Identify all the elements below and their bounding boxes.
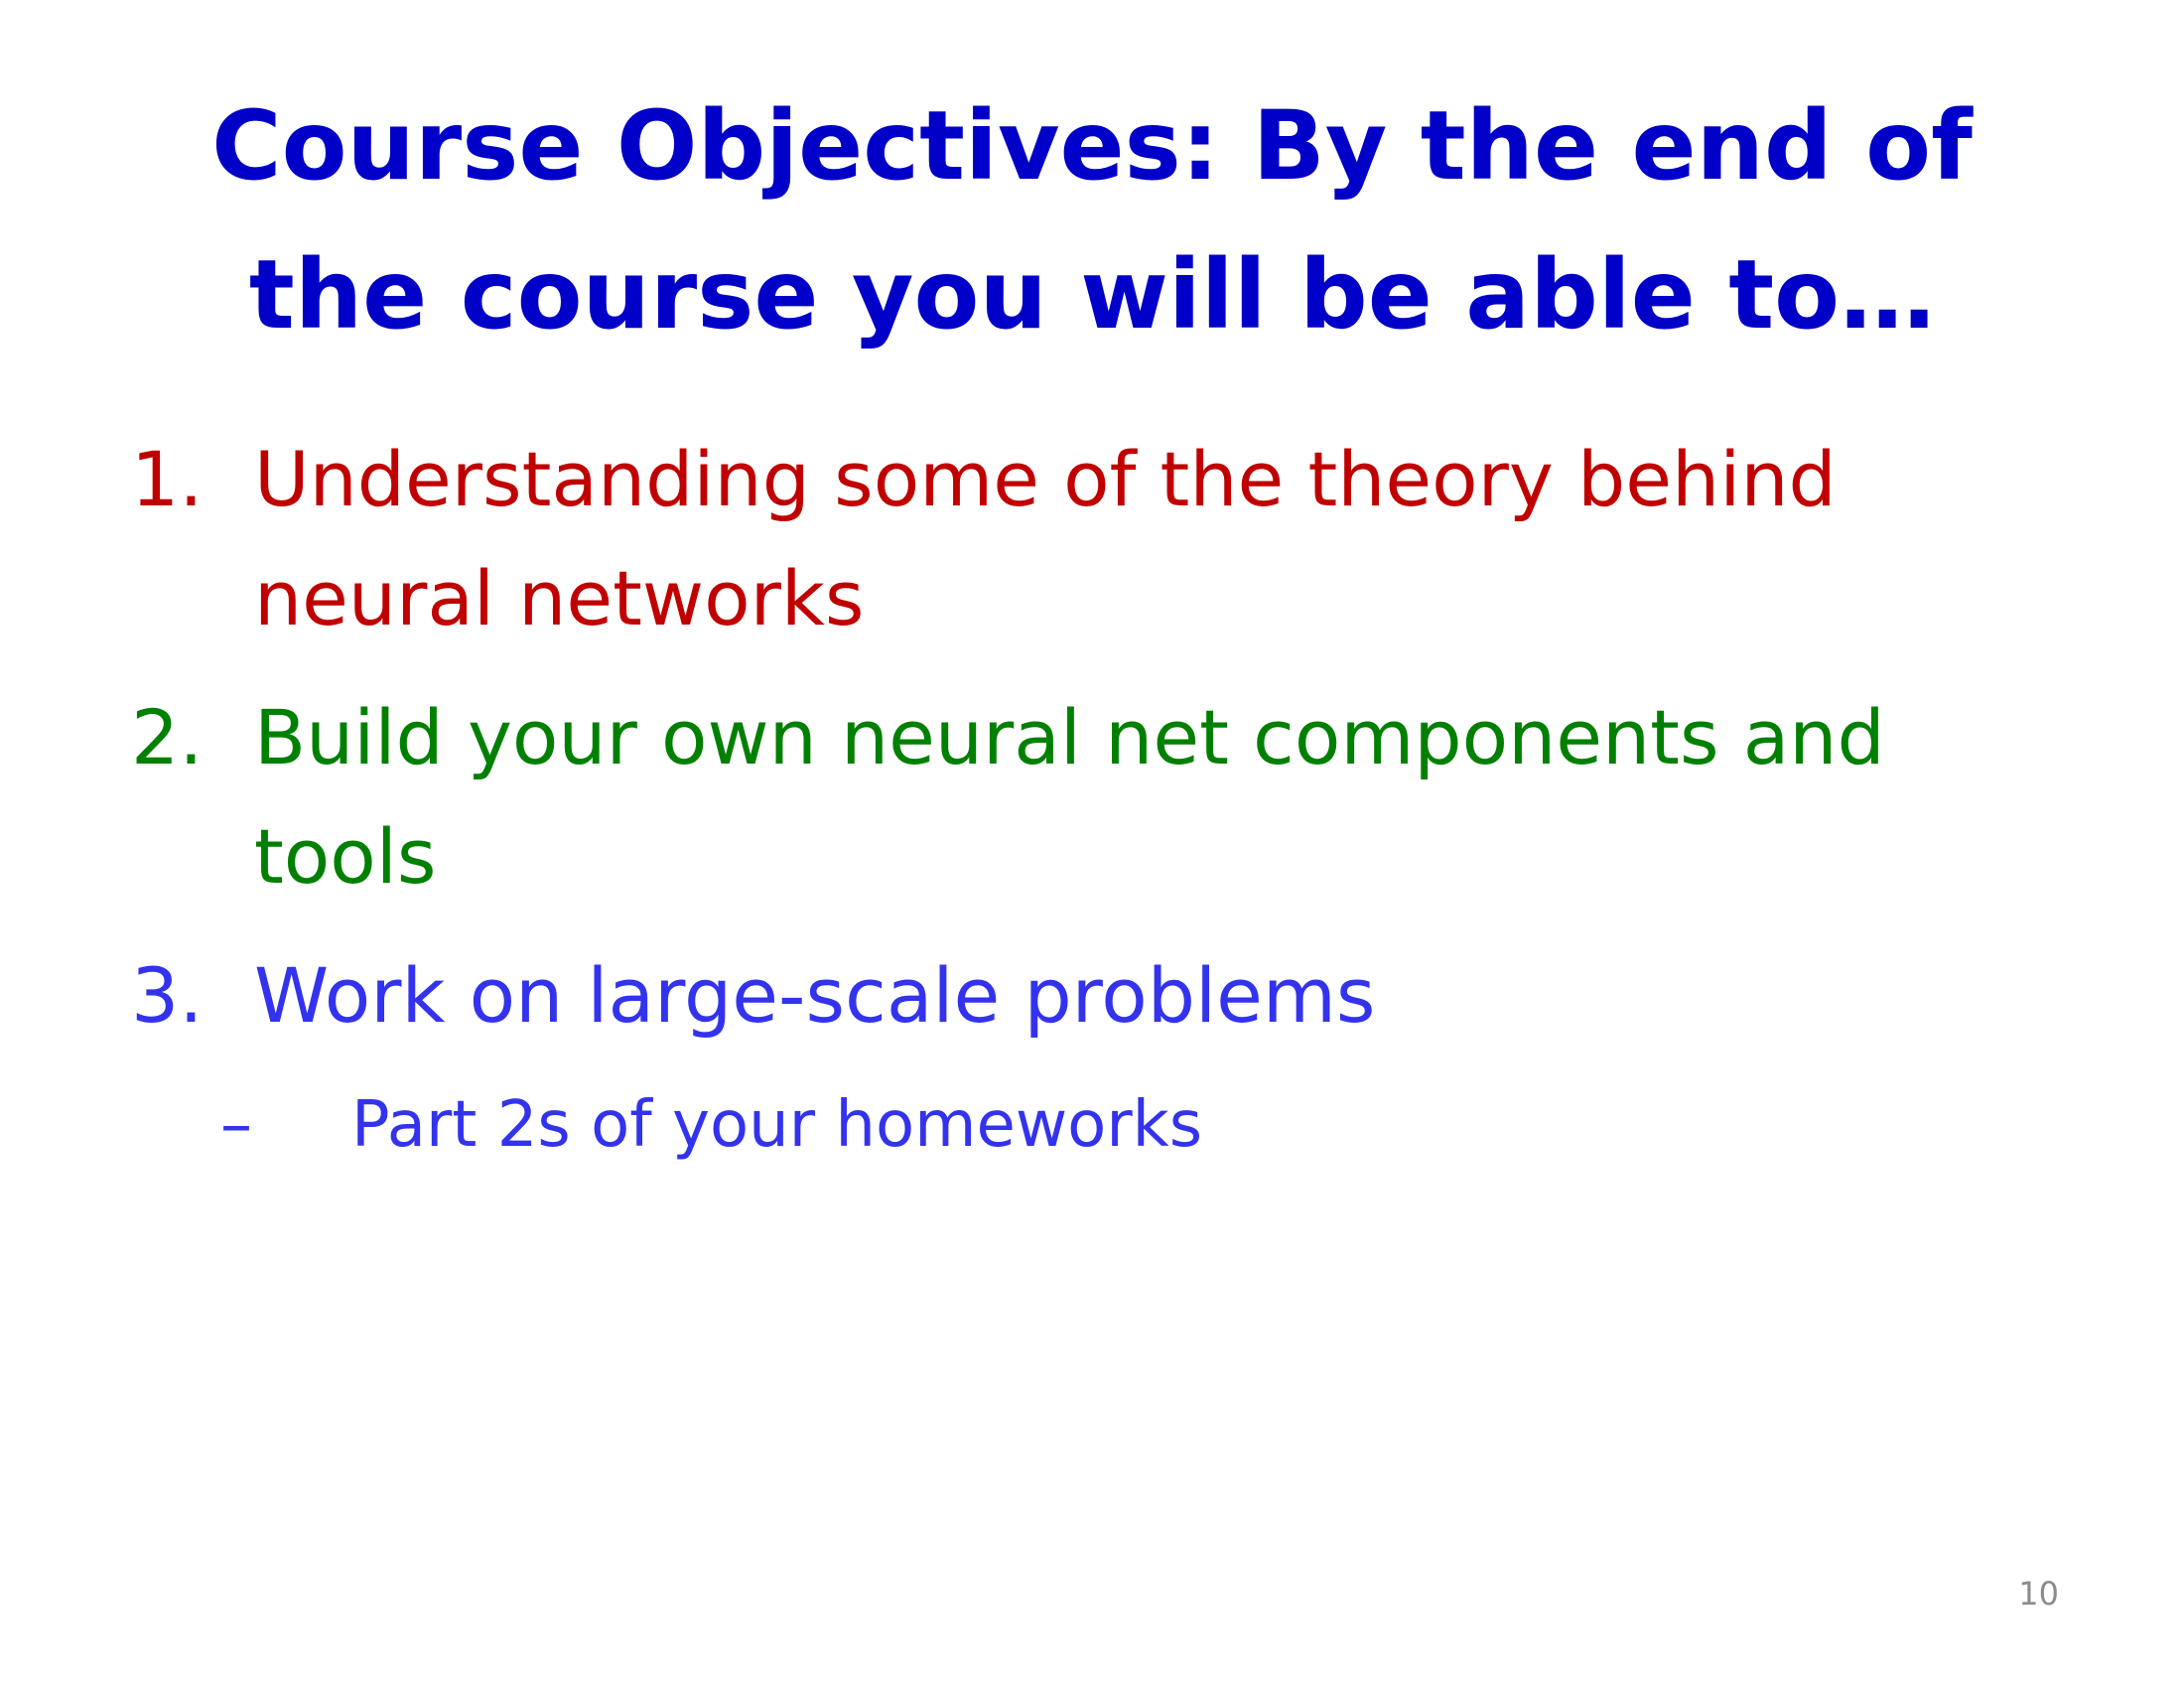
page-number: 10 xyxy=(2018,1575,2059,1613)
objective-number: 2. xyxy=(131,693,204,781)
objective-item-2: 2. Build your own neural net components … xyxy=(131,678,2017,916)
objective-item-1: 1. Understanding some of the theory behi… xyxy=(131,420,2017,658)
sub-item-text: Part 2s of your homeworks xyxy=(351,1088,1203,1162)
objective-item-3: 3. Work on large-scale problems xyxy=(131,936,2017,1055)
objective-text: Understanding some of the theory behind … xyxy=(254,435,1837,642)
objective-text: Build your own neural net components and… xyxy=(254,693,1885,901)
slide-title: Course Objectives: By the end of the cou… xyxy=(211,90,1973,351)
objective-number: 3. xyxy=(131,951,204,1040)
objective-sub-item: – Part 2s of your homeworks xyxy=(220,1075,2007,1175)
dash-bullet: – xyxy=(220,1088,252,1162)
objective-text: Work on large-scale problems xyxy=(254,951,1376,1040)
objective-number: 1. xyxy=(131,435,204,523)
slide: Course Objectives: By the end of the cou… xyxy=(0,0,2184,1688)
